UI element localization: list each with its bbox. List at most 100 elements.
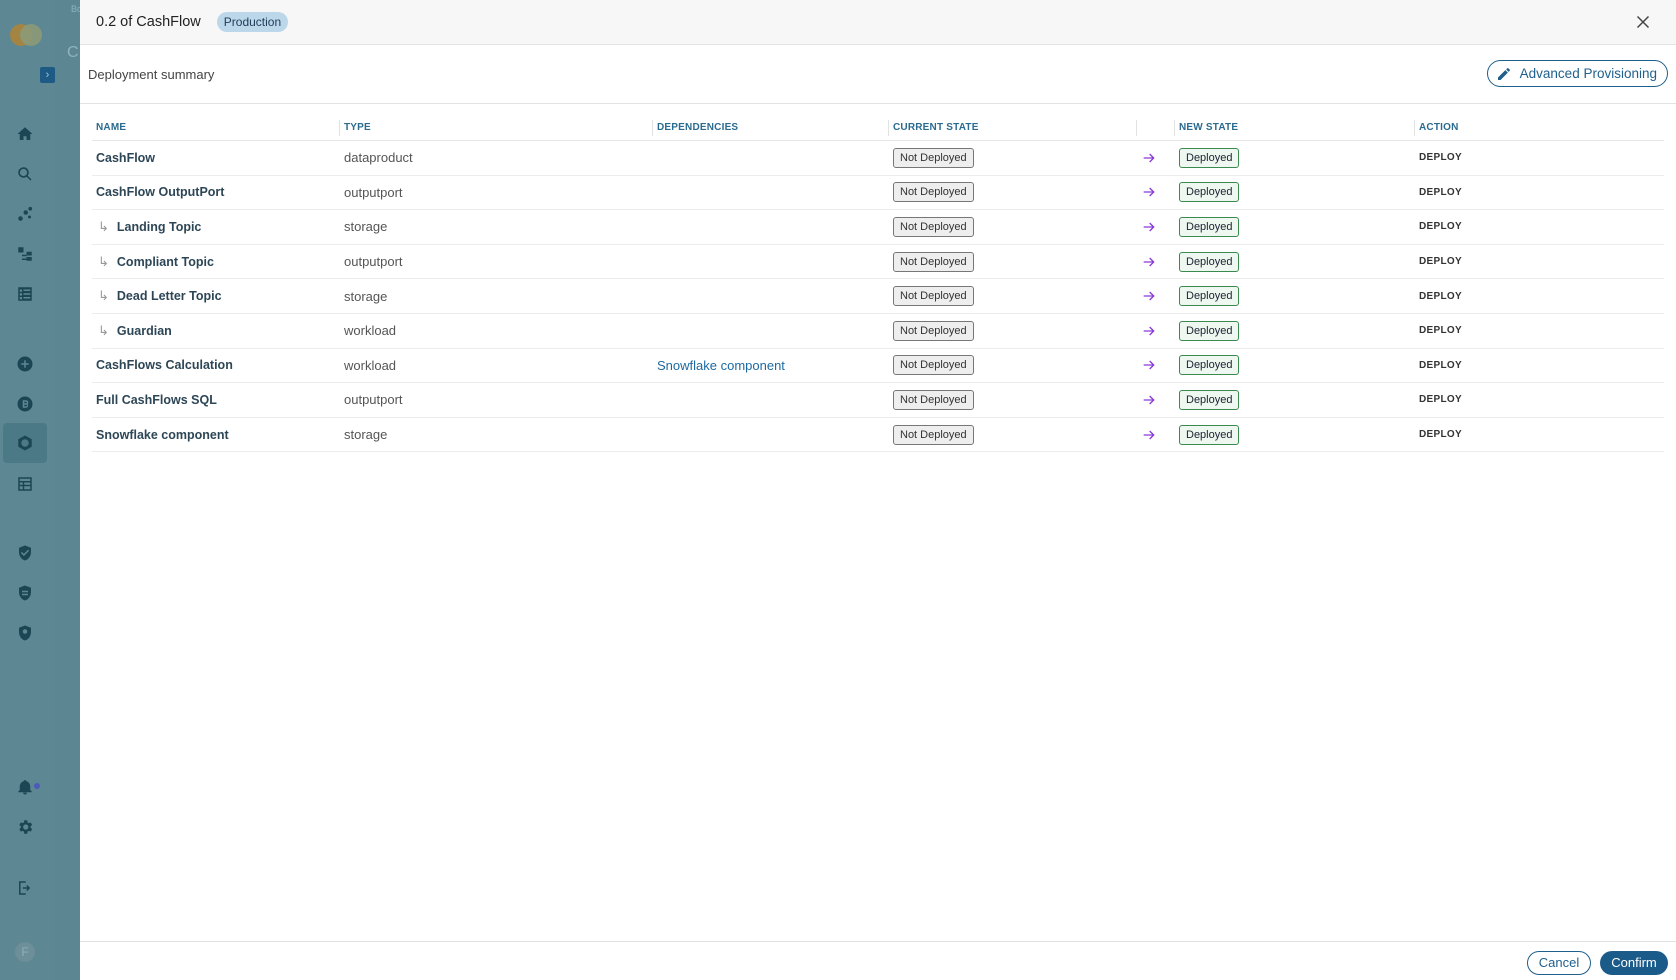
deploy-action[interactable]: DEPLOY	[1419, 394, 1462, 405]
deploy-action[interactable]: DEPLOY	[1419, 429, 1462, 440]
table-row: CashFlows Calculation workload Snowflake c…	[92, 349, 1664, 384]
component-name: Snowflake component	[96, 427, 229, 442]
cell-type: storage	[340, 289, 653, 304]
close-button[interactable]	[1632, 11, 1654, 33]
cell-new-state: Deployed	[1175, 389, 1415, 410]
component-name: Landing Topic	[116, 219, 202, 234]
column-header-dependencies[interactable]: DEPENDENCIES	[653, 119, 889, 136]
component-type: workload	[344, 323, 397, 339]
cell-type: outputport	[340, 392, 653, 407]
deploy-action[interactable]: DEPLOY	[1419, 187, 1462, 198]
cell-name: ↳ Compliant Topic	[92, 254, 340, 270]
cell-new-state: Deployed	[1175, 286, 1415, 307]
table-row: ↳ Dead Letter Topic storage Not Deployed Dep…	[92, 279, 1664, 314]
table-row: Snowflake component storage Not Deployed De…	[92, 418, 1664, 453]
cell-name: Snowflake component	[92, 428, 340, 442]
column-header-name[interactable]: NAME	[92, 119, 340, 136]
deploy-action[interactable]: DEPLOY	[1419, 152, 1462, 163]
component-name: CashFlow	[96, 150, 156, 165]
cell-type: workload	[340, 358, 653, 373]
cell-new-state: Deployed	[1175, 424, 1415, 445]
cell-new-state: Deployed	[1175, 216, 1415, 237]
deploy-action[interactable]: DEPLOY	[1419, 256, 1462, 267]
table-icon[interactable]	[14, 473, 36, 495]
shield-search-icon[interactable]	[14, 622, 36, 644]
cell-action: DEPLOY	[1415, 291, 1664, 302]
component-name: CashFlow OutputPort	[96, 185, 225, 200]
new-state-chip: Deployed	[1179, 182, 1240, 203]
current-state-chip: Not Deployed	[893, 424, 974, 445]
graph-icon[interactable]	[14, 203, 36, 225]
dependency-link[interactable]: Snowflake component	[657, 358, 785, 373]
shield-check-icon[interactable]	[14, 542, 36, 564]
table-row: ↳ Landing Topic storage Not Deployed Deploye…	[92, 210, 1664, 245]
new-state-chip: Deployed	[1179, 355, 1240, 376]
advanced-provisioning-button[interactable]: Advanced Provisioning	[1486, 60, 1668, 87]
arrow-right-icon	[1137, 392, 1175, 408]
table-row: ↳ Compliant Topic outputport Not Deployed De…	[92, 245, 1664, 280]
deploy-action[interactable]: DEPLOY	[1419, 291, 1462, 302]
cell-current-state: Not Deployed	[889, 389, 1137, 410]
arrow-right-icon	[1137, 150, 1175, 166]
current-state-chip: Not Deployed	[893, 355, 974, 376]
arrow-right-icon	[1137, 323, 1175, 339]
deployment-dialog: 0.2 of CashFlow Production Deployment su…	[80, 0, 1676, 980]
cancel-button[interactable]: Cancel	[1527, 951, 1591, 975]
gear-icon[interactable]	[14, 816, 36, 838]
cell-action: DEPLOY	[1415, 221, 1664, 232]
cell-action: DEPLOY	[1415, 394, 1664, 405]
user-avatar[interactable]: F	[15, 942, 35, 962]
badge-b-icon[interactable]	[14, 393, 36, 415]
child-indent-icon: ↳	[98, 288, 109, 304]
cell-action: DEPLOY	[1415, 429, 1664, 440]
deploy-action[interactable]: DEPLOY	[1419, 325, 1462, 336]
dialog-title: 0.2 of CashFlow	[96, 14, 201, 30]
column-header-action[interactable]: ACTION	[1415, 120, 1664, 136]
confirm-button[interactable]: Confirm	[1600, 951, 1668, 975]
app-sidebar: › F	[0, 0, 55, 980]
column-header-type[interactable]: TYPE	[340, 119, 653, 136]
arrow-right-icon	[1137, 254, 1175, 270]
logout-icon[interactable]	[14, 877, 36, 899]
home-icon[interactable]	[14, 123, 36, 145]
column-header-current-state[interactable]: CURRENT STATE	[889, 119, 1137, 136]
search-icon[interactable]	[14, 163, 36, 185]
hexagon-icon[interactable]	[3, 423, 47, 463]
column-header-new-state[interactable]: NEW STATE	[1175, 119, 1415, 136]
close-icon	[1636, 15, 1650, 29]
cell-type: outputport	[340, 185, 653, 200]
background-page: Bo C	[55, 0, 82, 980]
cell-new-state: Deployed	[1175, 182, 1415, 203]
cell-type: storage	[340, 427, 653, 442]
cell-name: ↳ Guardian	[92, 323, 340, 339]
component-type: outputport	[344, 254, 403, 270]
deploy-action[interactable]: DEPLOY	[1419, 221, 1462, 232]
cell-name: CashFlow OutputPort	[92, 185, 340, 199]
table-row: Full CashFlows SQL outputport Not Deployed…	[92, 383, 1664, 418]
component-type: storage	[344, 427, 388, 443]
current-state-chip: Not Deployed	[893, 286, 974, 307]
add-circle-icon[interactable]	[14, 353, 36, 375]
cell-new-state: Deployed	[1175, 355, 1415, 376]
current-state-chip: Not Deployed	[893, 147, 974, 168]
shield-doc-icon[interactable]	[14, 582, 36, 604]
arrow-right-icon	[1137, 357, 1175, 373]
component-type: outputport	[344, 392, 403, 408]
hierarchy-icon[interactable]	[14, 243, 36, 265]
background-heading: C	[67, 44, 79, 61]
expand-sidebar-button[interactable]: ›	[40, 67, 55, 83]
cell-new-state: Deployed	[1175, 147, 1415, 168]
current-state-chip: Not Deployed	[893, 216, 974, 237]
cell-current-state: Not Deployed	[889, 320, 1137, 341]
summary-bar: Deployment summary Advanced Provisioning	[80, 45, 1676, 104]
cell-dependencies: Snowflake component	[653, 358, 889, 373]
child-indent-icon: ↳	[98, 218, 109, 234]
component-name: Full CashFlows SQL	[96, 392, 217, 407]
table-body: CashFlow dataproduct Not Deployed Deployed D…	[92, 141, 1664, 453]
bell-icon[interactable]	[14, 776, 40, 798]
cell-current-state: Not Deployed	[889, 251, 1137, 272]
deploy-action[interactable]: DEPLOY	[1419, 360, 1462, 371]
pencil-icon	[1497, 67, 1510, 80]
checklist-icon[interactable]	[14, 283, 36, 305]
cell-action: DEPLOY	[1415, 325, 1664, 336]
